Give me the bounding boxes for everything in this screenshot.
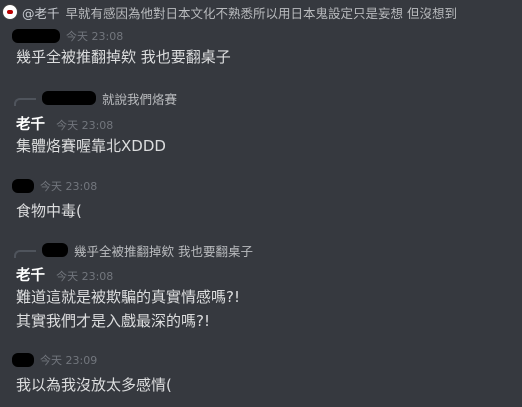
message-header: 今天 23:08 (12, 28, 123, 44)
timestamp[interactable]: 今天 23:08 (66, 28, 123, 44)
reply-author[interactable]: @老千 (22, 3, 60, 22)
message-header: 老千 今天 23:08 (16, 113, 113, 134)
redacted-username (42, 91, 96, 105)
redacted-username (12, 353, 34, 367)
message-author[interactable]: 老千 (16, 268, 45, 284)
message-content: 集體烙賽喔靠北XDDD (16, 137, 166, 155)
message-header: 今天 23:09 (12, 352, 97, 368)
message-header: 今天 23:08 (12, 178, 97, 194)
redacted-username (12, 29, 60, 43)
reply-text: 就說我們烙賽 (102, 91, 178, 107)
reply-text: 幾乎全被推翻掉欸 我也要翻桌子 (74, 243, 253, 259)
timestamp[interactable]: 今天 23:09 (40, 352, 97, 368)
reply-preview[interactable]: 就說我們烙賽 (0, 88, 522, 108)
timestamp[interactable]: 今天 23:08 (56, 270, 113, 283)
redacted-username (12, 179, 34, 193)
message-content: 幾乎全被推翻掉欸 我也要翻桌子 (16, 48, 231, 66)
timestamp[interactable]: 今天 23:08 (40, 178, 97, 194)
reply-connector (14, 250, 36, 258)
message-content: 其實我們才是入戲最深的嗎?! (16, 312, 210, 330)
message-header: 老千 今天 23:08 (16, 264, 113, 285)
redacted-username (42, 243, 68, 257)
message-content: 難道這就是被欺騙的真實情感嗎?! (16, 288, 240, 306)
reply-preview[interactable]: @老千 早就有感因為他對日本文化不熟悉所以用日本鬼設定只是妄想 但沒想到 (0, 2, 522, 22)
timestamp[interactable]: 今天 23:08 (56, 119, 113, 132)
reply-text: 早就有感因為他對日本文化不熟悉所以用日本鬼設定只是妄想 但沒想到 (65, 5, 457, 21)
reply-connector (14, 98, 36, 106)
message-content: 食物中毒( (16, 202, 82, 220)
user-avatar-icon (2, 4, 18, 20)
message-content: 我以為我沒放太多感情( (16, 376, 172, 394)
message-author[interactable]: 老千 (16, 117, 45, 133)
reply-preview[interactable]: 幾乎全被推翻掉欸 我也要翻桌子 (0, 240, 522, 260)
